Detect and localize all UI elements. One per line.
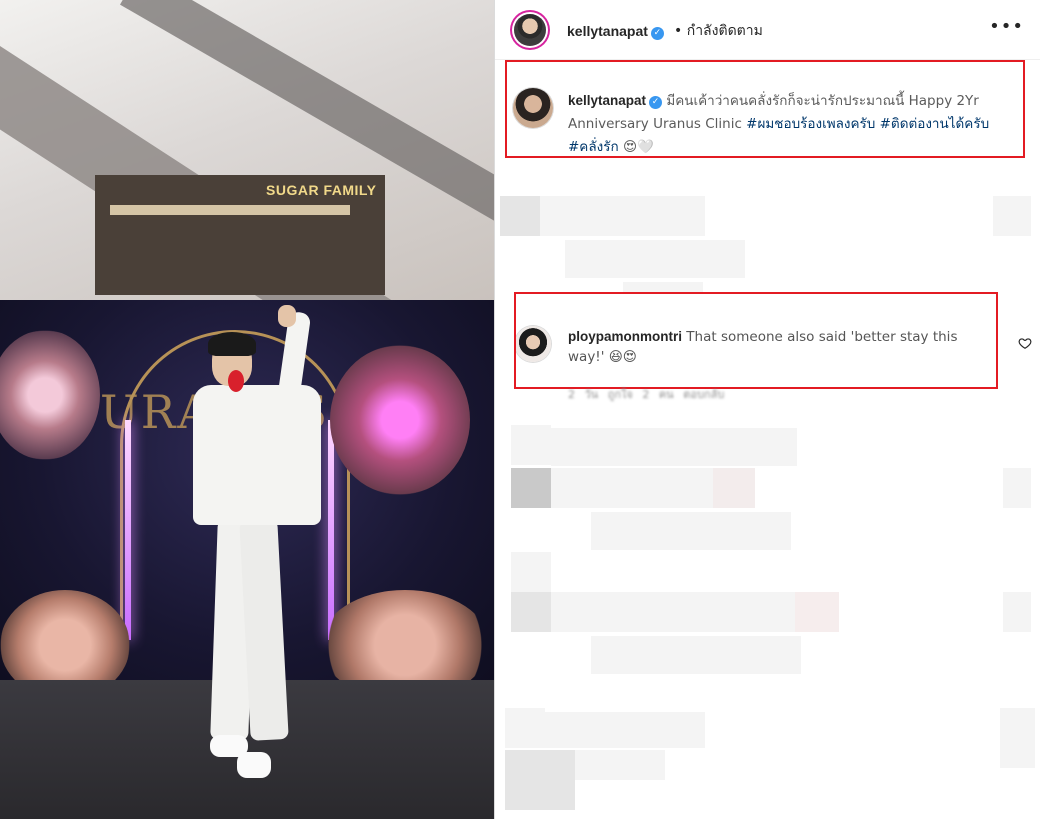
singer-shoe (237, 752, 271, 778)
post-header: kellytanapat ✓ • กำลังติดตาม ••• (495, 0, 1040, 60)
flower-arrangement (330, 345, 470, 495)
blurred-avatar (511, 552, 551, 592)
blurred-comment (591, 512, 791, 550)
separator-dot: • (674, 23, 683, 39)
following-button[interactable]: กำลังติดตาม (687, 23, 763, 39)
blurred-icon (1003, 468, 1031, 508)
blurred-comment (713, 468, 755, 508)
blurred-avatar (505, 708, 545, 748)
singer-hair (208, 332, 256, 356)
blurred-comment (565, 240, 745, 278)
singer-hand (278, 305, 296, 327)
blurred-avatar (500, 196, 540, 236)
neon-light (328, 420, 334, 640)
author-name-group: kellytanapat ✓ (567, 21, 664, 40)
singer-jacket (193, 385, 321, 525)
shop-sign: SUGAR FAMILY (266, 182, 377, 198)
highlight-box-caption (505, 60, 1025, 158)
blurred-comment (795, 592, 839, 632)
ellipsis-icon[interactable]: ••• (989, 16, 1024, 37)
follow-status[interactable]: • กำลังติดตาม (674, 20, 763, 42)
highlight-box-comment (514, 292, 998, 389)
post-photo[interactable]: SUGAR FAMILY URANUS (0, 0, 494, 819)
blurred-comment (505, 750, 575, 810)
blurred-comment (591, 636, 801, 674)
author-avatar[interactable] (514, 14, 546, 46)
neon-light (125, 420, 131, 640)
blurred-avatar (511, 592, 551, 632)
blurred-comment (575, 750, 665, 780)
blurred-icon (1000, 708, 1035, 768)
blurred-comment (551, 428, 797, 466)
heart-outline-icon[interactable] (1018, 336, 1032, 350)
author-username[interactable]: kellytanapat (567, 23, 648, 39)
blurred-avatar (511, 425, 551, 465)
microphone (228, 370, 244, 392)
blurred-comment (545, 712, 705, 748)
blurred-icon (993, 196, 1031, 236)
blurred-comment (551, 592, 811, 632)
post-side-panel: kellytanapat ✓ • กำลังติดตาม ••• kellytan… (495, 0, 1040, 819)
verified-badge-icon: ✓ (650, 27, 664, 40)
blurred-icon (1003, 592, 1031, 632)
comment-meta[interactable]: 2 วัน ถูกใจ 2 คน ตอบกลับ (568, 385, 724, 403)
blurred-avatar (511, 468, 551, 508)
blurred-comment (540, 196, 705, 236)
shop-lights (110, 205, 350, 215)
